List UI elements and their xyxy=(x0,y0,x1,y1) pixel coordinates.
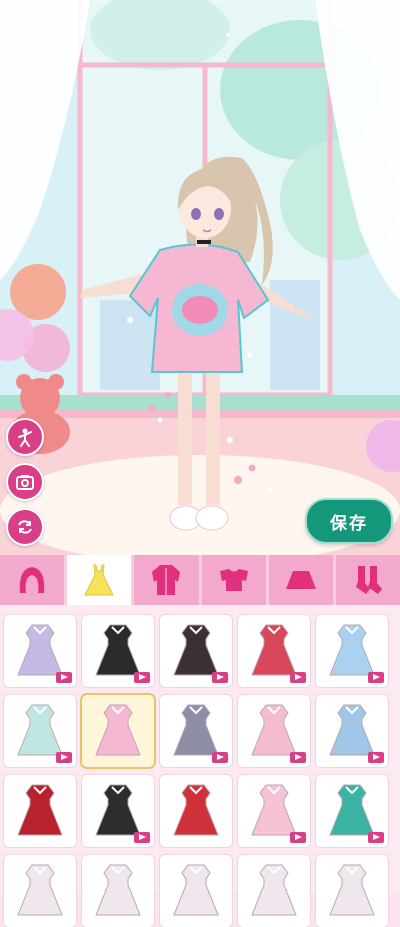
clothing-item-pink-tshirt-dress[interactable] xyxy=(82,695,154,767)
clothing-item-partial-item-1[interactable] xyxy=(4,855,76,927)
pose-button[interactable] xyxy=(6,418,44,456)
skirt-icon xyxy=(285,571,316,589)
clothing-item-teal-idol-outfit[interactable] xyxy=(316,775,388,847)
video-ad-icon xyxy=(368,672,384,683)
clothing-item-partial-item-4[interactable] xyxy=(238,855,310,927)
clothing-item-partial-item-5[interactable] xyxy=(316,855,388,927)
tab-skirt[interactable] xyxy=(268,555,333,605)
tab-hair[interactable] xyxy=(0,555,65,605)
dress-thumbnail xyxy=(173,784,219,836)
hair-icon xyxy=(19,567,45,593)
tab-socks[interactable] xyxy=(335,555,400,605)
clothing-item-red-cheongsam[interactable] xyxy=(4,775,76,847)
clothing-item-partial-item-2[interactable] xyxy=(82,855,154,927)
clothing-item-pastel-hoodie-dress[interactable] xyxy=(4,695,76,767)
video-ad-icon xyxy=(56,752,72,763)
clothing-item-grey-frill-gown[interactable] xyxy=(160,695,232,767)
clothing-item-black-maid-dress[interactable] xyxy=(82,615,154,687)
dress-thumbnail xyxy=(95,704,141,756)
clothing-item-gothic-lolita-dress[interactable] xyxy=(160,615,232,687)
clothing-panel xyxy=(0,605,400,927)
clothing-item-blue-lolita-dress[interactable] xyxy=(316,615,388,687)
video-ad-icon xyxy=(368,832,384,843)
video-ad-icon xyxy=(212,672,228,683)
dress-thumbnail xyxy=(95,864,141,916)
clothing-grid xyxy=(4,615,396,927)
clothing-item-red-bow-dress[interactable] xyxy=(238,615,310,687)
video-ad-icon xyxy=(212,752,228,763)
dress-thumbnail xyxy=(17,784,63,836)
character[interactable] xyxy=(0,0,400,555)
camera-icon xyxy=(16,475,34,490)
clothing-item-red-collar-dress[interactable] xyxy=(160,775,232,847)
video-ad-icon xyxy=(290,672,306,683)
dress-icon xyxy=(84,564,115,596)
socks-icon xyxy=(355,566,382,594)
reset-button[interactable] xyxy=(6,508,44,546)
video-ad-icon xyxy=(368,752,384,763)
clothing-item-black-goth-dress[interactable] xyxy=(82,775,154,847)
refresh-icon xyxy=(18,520,32,534)
video-ad-icon xyxy=(290,832,306,843)
dress-thumbnail xyxy=(251,864,297,916)
dressup-scene xyxy=(0,0,400,555)
tab-coat[interactable] xyxy=(134,555,199,605)
camera-button[interactable] xyxy=(6,463,44,501)
clothing-item-pink-apron-dress[interactable] xyxy=(238,695,310,767)
save-button[interactable]: 保存 xyxy=(305,498,393,544)
video-ad-icon xyxy=(56,672,72,683)
dress-thumbnail xyxy=(329,864,375,916)
clothing-item-blue-white-dress[interactable] xyxy=(316,695,388,767)
video-ad-icon xyxy=(134,672,150,683)
tab-dress[interactable] xyxy=(67,555,132,605)
video-ad-icon xyxy=(134,832,150,843)
save-button-label: 保存 xyxy=(330,513,368,534)
clothing-item-partial-item-3[interactable] xyxy=(160,855,232,927)
dress-thumbnail xyxy=(173,864,219,916)
clothing-item-lavender-frill-dress[interactable] xyxy=(4,615,76,687)
top-icon xyxy=(219,569,248,591)
figure-pose-icon xyxy=(18,428,32,447)
coat-icon xyxy=(152,565,181,595)
video-ad-icon xyxy=(290,752,306,763)
dress-thumbnail xyxy=(17,864,63,916)
clothing-item-white-pink-dress[interactable] xyxy=(238,775,310,847)
tab-top[interactable] xyxy=(201,555,266,605)
category-tabs xyxy=(0,555,400,605)
